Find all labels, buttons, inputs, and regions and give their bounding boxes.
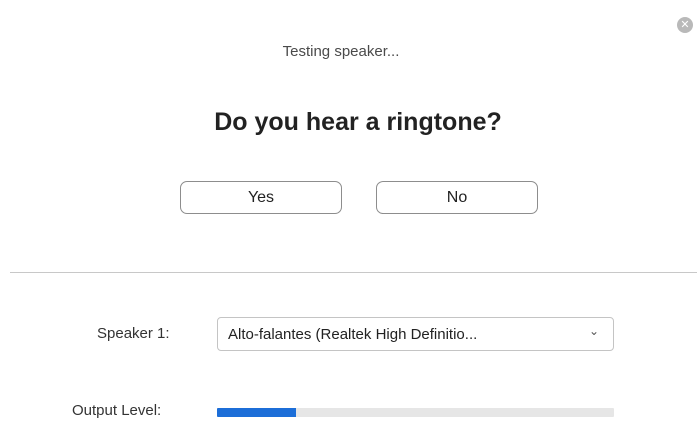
no-button[interactable]: No [376, 181, 538, 214]
speaker-test-dialog: ✕ Testing speaker... Do you hear a ringt… [0, 0, 697, 423]
output-level-label: Output Level: [72, 402, 162, 419]
ringtone-question: Do you hear a ringtone? [214, 108, 502, 136]
speaker-select-value: Alto-falantes (Realtek High Definitio... [228, 326, 478, 343]
chevron-down-icon: ⌄ [588, 324, 599, 338]
output-level-meter [217, 408, 614, 417]
close-icon[interactable]: ✕ [677, 17, 693, 33]
yes-button[interactable]: Yes [180, 181, 342, 214]
testing-status-text: Testing speaker... [282, 43, 400, 60]
divider [10, 272, 697, 273]
speaker-select[interactable]: Alto-falantes (Realtek High Definitio...… [217, 317, 614, 351]
speaker-label: Speaker 1: [97, 325, 170, 342]
output-level-fill [217, 408, 297, 417]
